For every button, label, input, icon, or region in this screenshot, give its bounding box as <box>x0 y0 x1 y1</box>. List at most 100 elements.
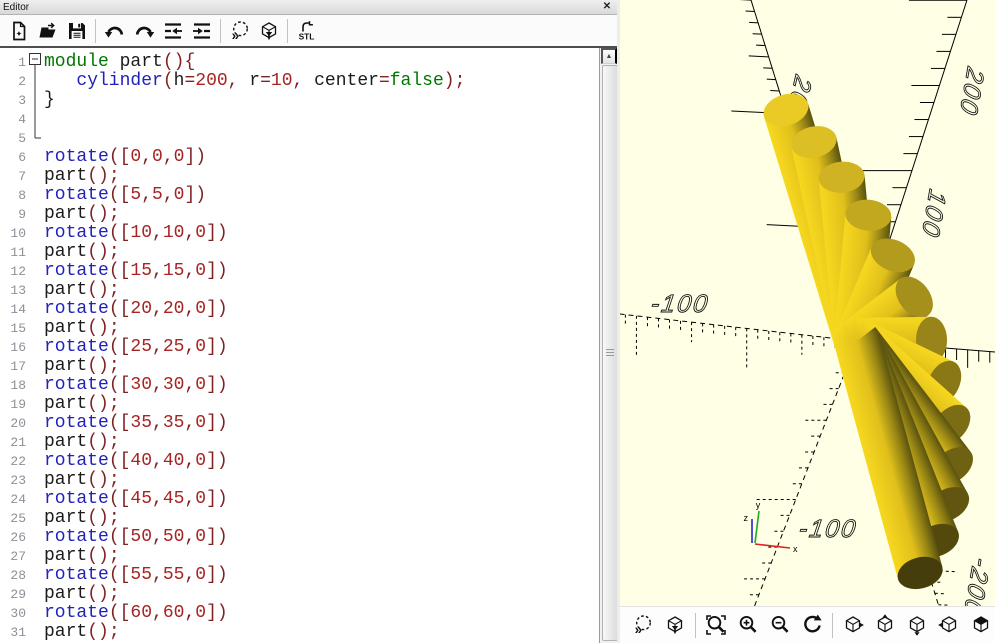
code-text: rotate([25,25,0]) <box>44 338 228 357</box>
fold-gutter <box>29 585 44 604</box>
reset-view-icon <box>801 614 823 636</box>
fold-gutter <box>29 357 44 376</box>
code-text: part(); <box>44 433 120 452</box>
editor-title: Editor <box>3 2 600 13</box>
zoom-all-button[interactable] <box>704 612 729 638</box>
editor-panel: Editor ✕ ✦»STL 1module part(){2 cylinder… <box>0 0 617 643</box>
view-bottom-button[interactable] <box>905 612 930 638</box>
editor-scrollbar[interactable]: ▲ <box>599 48 617 643</box>
code-text: rotate([35,35,0]) <box>44 414 228 433</box>
code-text: rotate([5,5,0]) <box>44 186 206 205</box>
indent-button[interactable] <box>188 17 215 44</box>
toolbar-separator <box>220 19 221 43</box>
axis-widget-y-label: y <box>756 500 761 510</box>
code-line: 16rotate([25,25,0]) <box>0 338 599 357</box>
new-file-button[interactable]: ✦ <box>5 17 32 44</box>
code-text: rotate([55,55,0]) <box>44 566 228 585</box>
code-text: part(); <box>44 471 120 490</box>
3d-viewport-panel: 200200100-100-100-200yzx » <box>620 0 995 643</box>
code-line: 18rotate([30,30,0]) <box>0 376 599 395</box>
toolbar-separator <box>832 613 833 638</box>
code-line: 13part(); <box>0 281 599 300</box>
view-front-button[interactable] <box>969 612 994 638</box>
save-icon <box>66 20 88 42</box>
scrollbar-up-arrow[interactable]: ▲ <box>601 48 617 64</box>
3d-viewport[interactable]: 200200100-100-100-200yzx <box>620 0 995 607</box>
fold-gutter <box>29 452 44 471</box>
code-line: 21part(); <box>0 433 599 452</box>
reset-view-button[interactable] <box>800 612 825 638</box>
code-text: } <box>44 91 55 110</box>
code-text: rotate([40,40,0]) <box>44 452 228 471</box>
fold-gutter <box>29 205 44 224</box>
open-icon <box>37 20 59 42</box>
code-text: rotate([50,50,0]) <box>44 528 228 547</box>
unindent-icon <box>162 20 184 42</box>
scrollbar-grip <box>606 349 614 357</box>
svg-text:STL: STL <box>298 31 314 41</box>
ruler-label: 200 <box>954 63 989 120</box>
view-right-icon <box>842 614 864 636</box>
view-right-button[interactable] <box>841 612 866 638</box>
undo-button[interactable] <box>101 17 128 44</box>
fold-gutter <box>29 528 44 547</box>
open-button[interactable] <box>34 17 61 44</box>
line-number: 30 <box>0 604 29 623</box>
export-stl-button[interactable]: STL <box>293 17 320 44</box>
redo-button[interactable] <box>130 17 157 44</box>
unindent-button[interactable] <box>159 17 186 44</box>
code-editor[interactable]: 1module part(){2 cylinder(h=200, r=10, c… <box>0 48 599 643</box>
fold-gutter <box>29 623 44 642</box>
fold-gutter <box>29 490 44 509</box>
code-text: cylinder(h=200, r=10, center=false); <box>44 72 465 91</box>
line-number: 1 <box>0 53 29 72</box>
code-text: part(); <box>44 357 120 376</box>
code-text: part(); <box>44 243 120 262</box>
code-line: 1 module part(){ <box>0 53 599 72</box>
zoom-out-icon <box>769 614 791 636</box>
view-left-button[interactable] <box>937 612 962 638</box>
preview-icon: » <box>632 614 654 636</box>
code-line: 7part(); <box>0 167 599 186</box>
editor-toolbar: ✦ » STL <box>0 15 617 48</box>
toolbar-separator <box>95 19 96 43</box>
line-number: 19 <box>0 395 29 414</box>
svg-text:»: » <box>635 622 643 636</box>
render-button[interactable] <box>255 17 282 44</box>
scrollbar-thumb[interactable] <box>602 65 618 641</box>
ruler-label: -200 <box>958 554 995 607</box>
undo-icon <box>104 20 126 42</box>
line-number: 20 <box>0 414 29 433</box>
fold-gutter <box>29 395 44 414</box>
fold-gutter <box>29 376 44 395</box>
zoom-all-icon <box>705 614 727 636</box>
line-number: 3 <box>0 91 29 110</box>
line-number: 18 <box>0 376 29 395</box>
line-number: 8 <box>0 186 29 205</box>
indent-icon <box>191 20 213 42</box>
code-line: 29part(); <box>0 585 599 604</box>
line-number: 31 <box>0 623 29 642</box>
zoom-out-button[interactable] <box>768 612 793 638</box>
line-number: 24 <box>0 490 29 509</box>
fold-gutter <box>29 53 44 72</box>
fold-gutter <box>29 319 44 338</box>
code-text: part(); <box>44 319 120 338</box>
line-number: 15 <box>0 319 29 338</box>
zoom-in-icon <box>737 614 759 636</box>
code-text: part(); <box>44 395 120 414</box>
ruler-label: -100 <box>649 290 711 318</box>
redo-icon <box>133 20 155 42</box>
preview-button[interactable]: » <box>631 612 656 638</box>
close-editor-button[interactable]: ✕ <box>600 1 614 13</box>
line-number: 25 <box>0 509 29 528</box>
code-text: module part(){ <box>44 53 195 72</box>
new-file-icon: ✦ <box>8 20 30 42</box>
render-button[interactable] <box>663 612 688 638</box>
preview-button[interactable]: » <box>226 17 253 44</box>
view-top-button[interactable] <box>873 612 898 638</box>
render-icon <box>664 614 686 636</box>
fold-gutter <box>29 186 44 205</box>
zoom-in-button[interactable] <box>736 612 761 638</box>
save-button[interactable] <box>63 17 90 44</box>
